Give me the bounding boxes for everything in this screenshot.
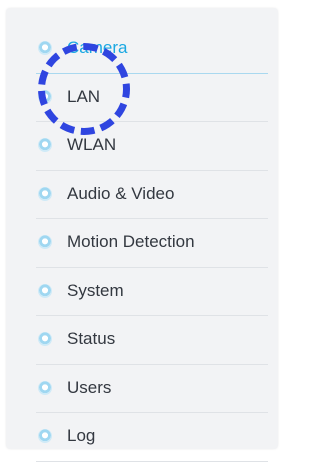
menu-divider (36, 121, 268, 122)
menu-item-label: Log (67, 426, 96, 445)
menu-divider (36, 218, 268, 219)
circle-bullet-icon (38, 235, 52, 249)
circle-bullet-icon (38, 41, 52, 55)
menu-item-log[interactable]: Log (6, 419, 278, 468)
menu-divider (36, 460, 268, 462)
menu-item-status[interactable]: Status (6, 322, 278, 371)
menu-item-lan[interactable]: LAN (6, 80, 278, 129)
menu-item-users[interactable]: Users (6, 371, 278, 420)
menu-divider (36, 315, 268, 316)
menu-item-system[interactable]: System (6, 274, 278, 323)
menu-item-label: Status (67, 329, 116, 348)
circle-bullet-icon (38, 332, 52, 346)
menu-item-label: System (67, 280, 124, 300)
menu-item-label: Users (67, 377, 112, 397)
menu-item-audio-video[interactable]: Audio & Video (6, 177, 278, 226)
menu-divider (36, 72, 268, 74)
circle-bullet-icon (38, 283, 52, 298)
menu-item-camera[interactable]: Camera (6, 31, 278, 80)
menu-divider (36, 169, 268, 171)
menu-divider (36, 266, 268, 268)
settings-menu: Camera LAN WLAN Audio & Video Motion Det… (6, 31, 278, 468)
circle-bullet-icon (38, 429, 52, 443)
menu-divider (36, 363, 268, 365)
circle-bullet-icon (38, 186, 52, 201)
circle-bullet-icon (38, 380, 52, 395)
menu-item-label: Camera (67, 38, 128, 57)
menu-item-label: WLAN (67, 135, 117, 154)
circle-bullet-icon (38, 89, 52, 104)
menu-item-label: LAN (67, 86, 101, 106)
menu-item-wlan[interactable]: WLAN (6, 128, 278, 177)
menu-divider (36, 412, 268, 413)
menu-item-label: Motion Detection (67, 232, 195, 251)
settings-menu-panel: Camera LAN WLAN Audio & Video Motion Det… (6, 8, 278, 462)
menu-item-motion-detection[interactable]: Motion Detection (6, 225, 278, 274)
menu-item-label: Audio & Video (67, 183, 175, 203)
circle-bullet-icon (38, 138, 52, 152)
